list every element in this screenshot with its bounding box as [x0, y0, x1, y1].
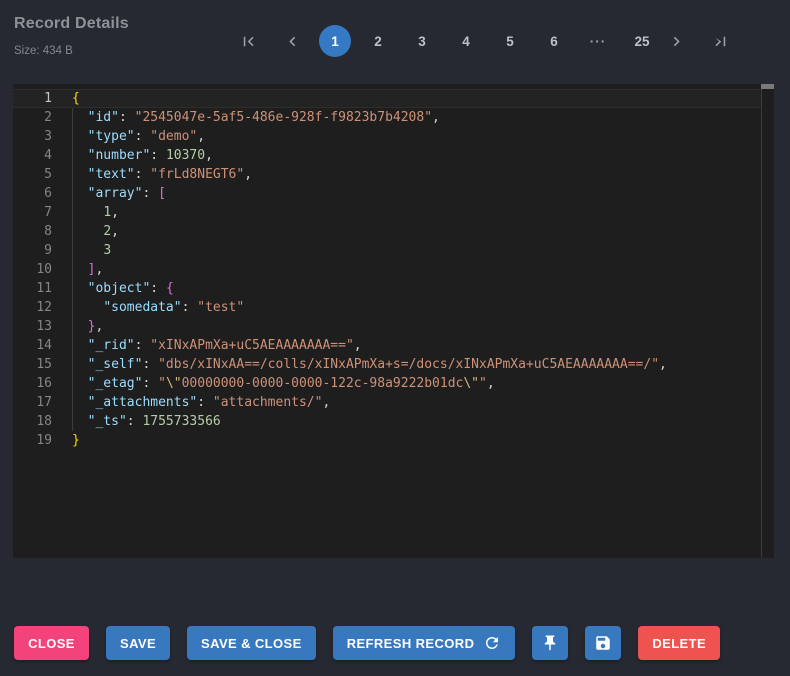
pin-icon: [541, 634, 559, 652]
line-number: 8: [13, 222, 52, 241]
pagination: 123456 ··· 25: [231, 25, 737, 57]
line-number: 9: [13, 241, 52, 260]
code-text: 1,: [52, 203, 119, 222]
save-disk-icon: [594, 634, 612, 652]
editor-line[interactable]: 3 "type": "demo",: [13, 127, 761, 146]
code-text: "_rid": "xINxAPmXa+uC5AEAAAAAAA==",: [52, 336, 362, 355]
editor-line[interactable]: 11 "object": {: [13, 279, 761, 298]
code-text: "_self": "dbs/xINxAA==/colls/xINxAPmXa+s…: [52, 355, 667, 374]
editor-lines: 1{2 "id": "2545047e-5af5-486e-928f-f9823…: [13, 89, 761, 450]
code-text: 2,: [52, 222, 119, 241]
line-number: 3: [13, 127, 52, 146]
line-number: 19: [13, 431, 52, 450]
editor-line[interactable]: 1{: [13, 89, 761, 108]
first-page-button[interactable]: [231, 25, 265, 57]
editor-line[interactable]: 14 "_rid": "xINxAPmXa+uC5AEAAAAAAA==",: [13, 336, 761, 355]
line-number: 6: [13, 184, 52, 203]
code-text: "somedata": "test": [52, 298, 244, 317]
close-button[interactable]: CLOSE: [14, 626, 89, 660]
editor-line[interactable]: 19}: [13, 431, 761, 450]
page-number-list: 123456 ··· 25: [319, 25, 659, 57]
chevron-right-icon: [667, 32, 686, 51]
editor-line[interactable]: 13 },: [13, 317, 761, 336]
refresh-record-button-label: REFRESH RECORD: [347, 636, 475, 651]
line-number: 7: [13, 203, 52, 222]
record-size-label: Size: 434 B: [14, 45, 73, 57]
line-number: 12: [13, 298, 52, 317]
pin-record-button[interactable]: [532, 626, 568, 660]
editor-line[interactable]: 15 "_self": "dbs/xINxAA==/colls/xINxAPmX…: [13, 355, 761, 374]
code-text: "object": {: [52, 279, 174, 298]
line-number: 2: [13, 108, 52, 127]
page-button-1[interactable]: 1: [319, 25, 351, 57]
line-number: 16: [13, 374, 52, 393]
editor-line[interactable]: 16 "_etag": "\"00000000-0000-0000-122c-9…: [13, 374, 761, 393]
json-editor[interactable]: 1{2 "id": "2545047e-5af5-486e-928f-f9823…: [13, 84, 774, 558]
line-number: 11: [13, 279, 52, 298]
editor-line[interactable]: 7 1,: [13, 203, 761, 222]
line-number: 10: [13, 260, 52, 279]
editor-line[interactable]: 2 "id": "2545047e-5af5-486e-928f-f9823b7…: [13, 108, 761, 127]
refresh-icon: [483, 634, 501, 652]
save-and-close-button[interactable]: SAVE & CLOSE: [187, 626, 316, 660]
editor-line[interactable]: 8 2,: [13, 222, 761, 241]
code-text: ],: [52, 260, 103, 279]
code-text: 3: [52, 241, 111, 260]
prev-page-button[interactable]: [275, 25, 309, 57]
code-text: "_ts": 1755733566: [52, 412, 221, 431]
chevron-left-icon: [283, 32, 302, 51]
page-ellipsis: ···: [581, 25, 615, 57]
line-number: 4: [13, 146, 52, 165]
action-bar: CLOSE SAVE SAVE & CLOSE REFRESH RECORD D…: [14, 626, 720, 660]
code-text: "array": [: [52, 184, 166, 203]
editor-line[interactable]: 17 "_attachments": "attachments/",: [13, 393, 761, 412]
page-button-25[interactable]: 25: [625, 25, 659, 57]
download-record-button[interactable]: [585, 626, 621, 660]
last-page-icon: [711, 32, 730, 51]
page-button-2[interactable]: 2: [361, 25, 395, 57]
code-text: {: [52, 89, 80, 108]
line-number: 17: [13, 393, 52, 412]
next-page-button[interactable]: [659, 25, 693, 57]
code-text: "id": "2545047e-5af5-486e-928f-f9823b7b4…: [52, 108, 440, 127]
close-button-label: CLOSE: [28, 636, 75, 651]
page-button-5[interactable]: 5: [493, 25, 527, 57]
save-and-close-button-label: SAVE & CLOSE: [201, 636, 302, 651]
save-button[interactable]: SAVE: [106, 626, 170, 660]
code-text: }: [52, 431, 80, 450]
refresh-record-button[interactable]: REFRESH RECORD: [333, 626, 516, 660]
line-number: 15: [13, 355, 52, 374]
editor-line[interactable]: 10 ],: [13, 260, 761, 279]
editor-scrollbar-thumb[interactable]: [761, 84, 774, 89]
page-button-6[interactable]: 6: [537, 25, 571, 57]
code-text: },: [52, 317, 103, 336]
code-text: "type": "demo",: [52, 127, 205, 146]
code-text: "text": "frLd8NEGT6",: [52, 165, 252, 184]
code-text: "_etag": "\"00000000-0000-0000-122c-98a9…: [52, 374, 495, 393]
page-button-4[interactable]: 4: [449, 25, 483, 57]
code-text: "_attachments": "attachments/",: [52, 393, 330, 412]
editor-line[interactable]: 6 "array": [: [13, 184, 761, 203]
first-page-icon: [239, 32, 258, 51]
line-number: 18: [13, 412, 52, 431]
editor-line[interactable]: 9 3: [13, 241, 761, 260]
editor-line[interactable]: 12 "somedata": "test": [13, 298, 761, 317]
line-number: 1: [13, 89, 52, 108]
editor-line[interactable]: 18 "_ts": 1755733566: [13, 412, 761, 431]
line-number: 14: [13, 336, 52, 355]
line-number: 13: [13, 317, 52, 336]
line-number: 5: [13, 165, 52, 184]
editor-scrollbar[interactable]: [761, 84, 774, 558]
delete-button[interactable]: DELETE: [638, 626, 720, 660]
page-button-3[interactable]: 3: [405, 25, 439, 57]
code-text: "number": 10370,: [52, 146, 213, 165]
editor-line[interactable]: 5 "text": "frLd8NEGT6",: [13, 165, 761, 184]
delete-button-label: DELETE: [652, 636, 706, 651]
editor-line[interactable]: 4 "number": 10370,: [13, 146, 761, 165]
last-page-button[interactable]: [703, 25, 737, 57]
page-title: Record Details: [14, 15, 129, 33]
save-button-label: SAVE: [120, 636, 156, 651]
